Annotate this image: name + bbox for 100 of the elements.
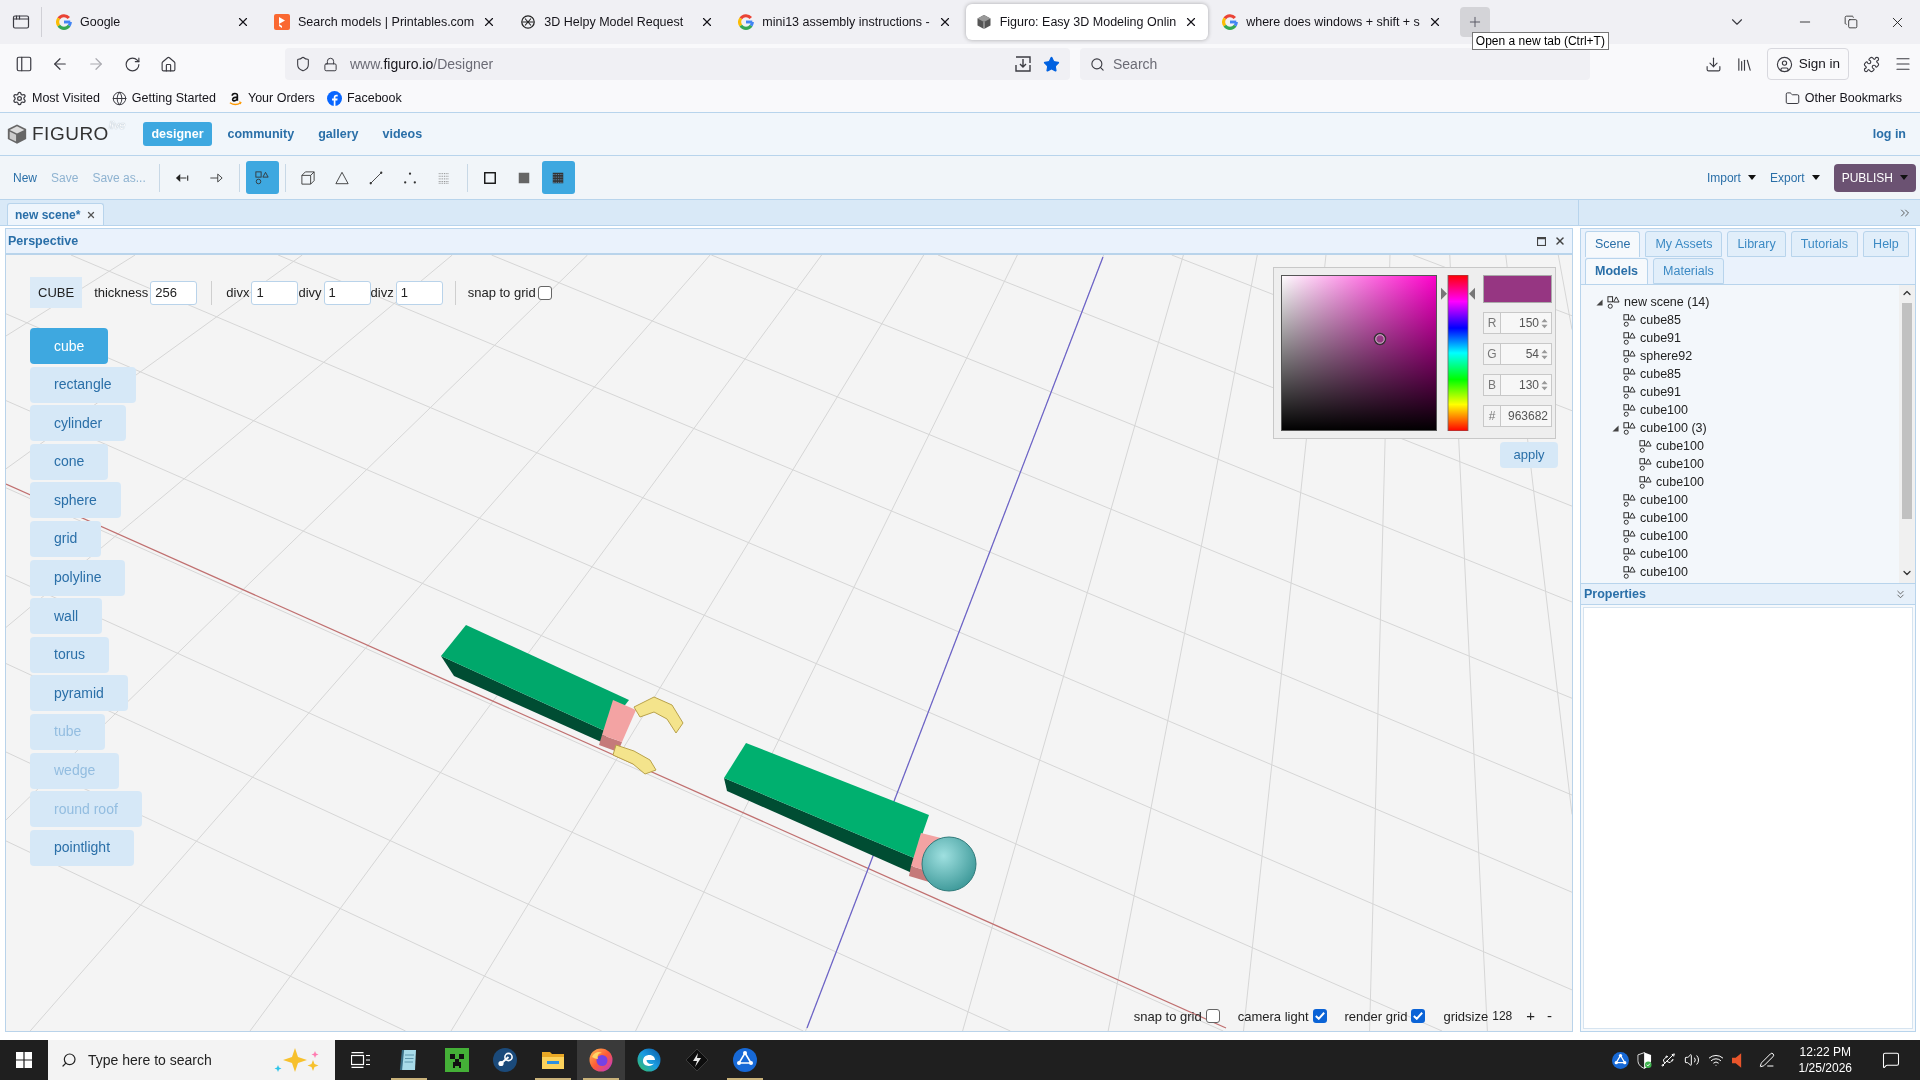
shape-button[interactable]: sphere	[30, 482, 121, 519]
toolbar-button[interactable]: New	[6, 162, 44, 193]
shape-button[interactable]: wall	[30, 598, 103, 635]
browser-tab[interactable]: Search models | Printables.com	[264, 4, 507, 40]
browser-tab[interactable]: where does windows + shift + s	[1212, 4, 1452, 40]
bookmark-item[interactable]: Getting Started	[111, 88, 216, 108]
menu-button[interactable]: Import	[1706, 168, 1756, 187]
checkbox[interactable]	[1312, 1009, 1327, 1024]
tab-overview-icon[interactable]	[11, 13, 30, 31]
tree-item[interactable]: cube85	[1607, 365, 1681, 383]
tree-item[interactable]: cube100	[1607, 527, 1688, 545]
bookmark-item[interactable]: Facebook	[326, 88, 402, 108]
channel-field[interactable]: 963682	[1501, 405, 1552, 427]
scrollbar[interactable]	[1899, 285, 1915, 583]
lock-icon[interactable]	[323, 56, 338, 72]
tree-item[interactable]: sphere92	[1607, 347, 1693, 365]
checkbox[interactable]	[1205, 1009, 1220, 1024]
bookmark-item[interactable]: Your Orders	[227, 88, 315, 108]
sidebar-icon[interactable]	[15, 55, 33, 73]
number-field[interactable]: 1	[251, 280, 299, 305]
tree-item[interactable]: cube100	[1623, 473, 1704, 491]
tree-item[interactable]: cube100	[1607, 401, 1688, 419]
tool-button[interactable]	[541, 161, 575, 194]
slider-thumb[interactable]	[1441, 287, 1475, 300]
shape-button[interactable]: pointlight	[30, 829, 135, 866]
speaker-icon[interactable]	[1683, 1052, 1700, 1068]
channel-field[interactable]: 150	[1501, 312, 1552, 334]
scroll-thumb[interactable]	[1902, 303, 1912, 519]
spinner-icon[interactable]	[1541, 379, 1548, 391]
nav-link[interactable]: videos	[374, 122, 431, 146]
tree-item[interactable]: cube100	[1607, 545, 1688, 563]
sign-in-button[interactable]: Sign in	[1766, 48, 1849, 80]
tree-item[interactable]: new scene (14)	[1591, 293, 1710, 311]
spinner-icon[interactable]	[1541, 317, 1548, 329]
channel-field[interactable]: 130	[1501, 374, 1552, 396]
nav-link[interactable]: gallery	[310, 122, 367, 146]
search-field[interactable]: Type here to search	[48, 1040, 335, 1080]
number-field[interactable]: 1	[395, 280, 443, 305]
browser-tab[interactable]: mini13 assembly instructions -	[728, 4, 962, 40]
expand-triangle-icon[interactable]	[1595, 298, 1603, 306]
checkbox[interactable]	[537, 285, 552, 300]
expand-triangle-icon[interactable]	[1611, 424, 1619, 432]
cursor-ring-icon[interactable]	[1373, 332, 1387, 346]
maximize-icon[interactable]	[1537, 236, 1546, 246]
number-field[interactable]: 256	[150, 280, 198, 305]
publish-button[interactable]: PUBLISH	[1833, 163, 1916, 192]
tray-download-icon[interactable]	[1015, 56, 1031, 72]
tree-item[interactable]: cube100	[1607, 509, 1688, 527]
pen-icon[interactable]	[1758, 1052, 1775, 1068]
shape-button[interactable]: rectangle	[30, 366, 136, 403]
clock[interactable]: 12:22 PM 1/25/2026	[1790, 1044, 1860, 1076]
usb-icon[interactable]	[1659, 1052, 1676, 1068]
task-view-icon[interactable]	[351, 1052, 371, 1068]
browser-tab[interactable]: 3D Helpy Model Request	[510, 4, 725, 40]
shape-button[interactable]: pyramid	[30, 675, 128, 712]
nodes-logo-icon[interactable]	[1611, 1051, 1629, 1069]
shape-button[interactable]: torus	[30, 636, 110, 673]
shield-icon[interactable]	[295, 56, 311, 72]
tree-item[interactable]: cube100	[1623, 437, 1704, 455]
channel-field[interactable]: 54	[1501, 343, 1552, 365]
search-field[interactable]: Search	[1080, 48, 1590, 80]
checkbox[interactable]	[1411, 1009, 1426, 1024]
nav-link[interactable]: community	[219, 122, 303, 146]
shape-button[interactable]: polyline	[30, 559, 126, 596]
shape-button[interactable]: cylinder	[30, 405, 127, 442]
decrease-button[interactable]: -	[1547, 1008, 1552, 1025]
tree-item[interactable]: cube91	[1607, 383, 1681, 401]
close-icon[interactable]	[1554, 235, 1566, 247]
tree-item[interactable]: cube91	[1607, 329, 1681, 347]
browser-tab[interactable]: Figuro: Easy 3D Modeling Onlin	[965, 4, 1209, 40]
apply-button[interactable]: apply	[1500, 442, 1558, 468]
close-icon[interactable]	[86, 209, 97, 220]
wifi-icon[interactable]	[1707, 1052, 1724, 1068]
browser-tab[interactable]: Google	[46, 4, 260, 40]
menu-button[interactable]: Export	[1769, 168, 1820, 187]
tree-item[interactable]: cube100	[1607, 563, 1688, 581]
bookmark-item[interactable]: Most Visited	[12, 88, 100, 108]
download-icon[interactable]	[1704, 55, 1722, 73]
notification-icon[interactable]	[1882, 1051, 1900, 1069]
shape-button[interactable]: cone	[30, 443, 109, 480]
login-link[interactable]: log in	[1872, 124, 1906, 144]
star-icon[interactable]	[1043, 55, 1060, 73]
saturation-field[interactable]	[1281, 275, 1437, 431]
panel-tab[interactable]: Models	[1585, 258, 1649, 284]
shield-icon[interactable]	[1636, 1051, 1652, 1069]
home-icon[interactable]	[159, 55, 177, 73]
spinner-icon[interactable]	[1541, 348, 1548, 360]
tree-item[interactable]: cube100	[1607, 491, 1688, 509]
back-icon[interactable]	[51, 55, 69, 73]
panel-tab[interactable]: Scene	[1585, 231, 1641, 257]
address-field[interactable]: www.figuro.io/Designer	[285, 48, 1070, 80]
new-tab-button[interactable]	[1459, 7, 1490, 37]
number-field[interactable]: 1	[323, 280, 371, 305]
bookmark-item[interactable]: Other Bookmarks	[1784, 88, 1902, 108]
tree-item[interactable]: cube100	[1623, 455, 1704, 473]
tree-item[interactable]: cube100 (3)	[1607, 419, 1707, 437]
hue-slider[interactable]	[1441, 275, 1475, 431]
reload-icon[interactable]	[123, 55, 141, 73]
menu-icon[interactable]	[1894, 55, 1912, 73]
tree-item[interactable]: cube85	[1607, 311, 1681, 329]
